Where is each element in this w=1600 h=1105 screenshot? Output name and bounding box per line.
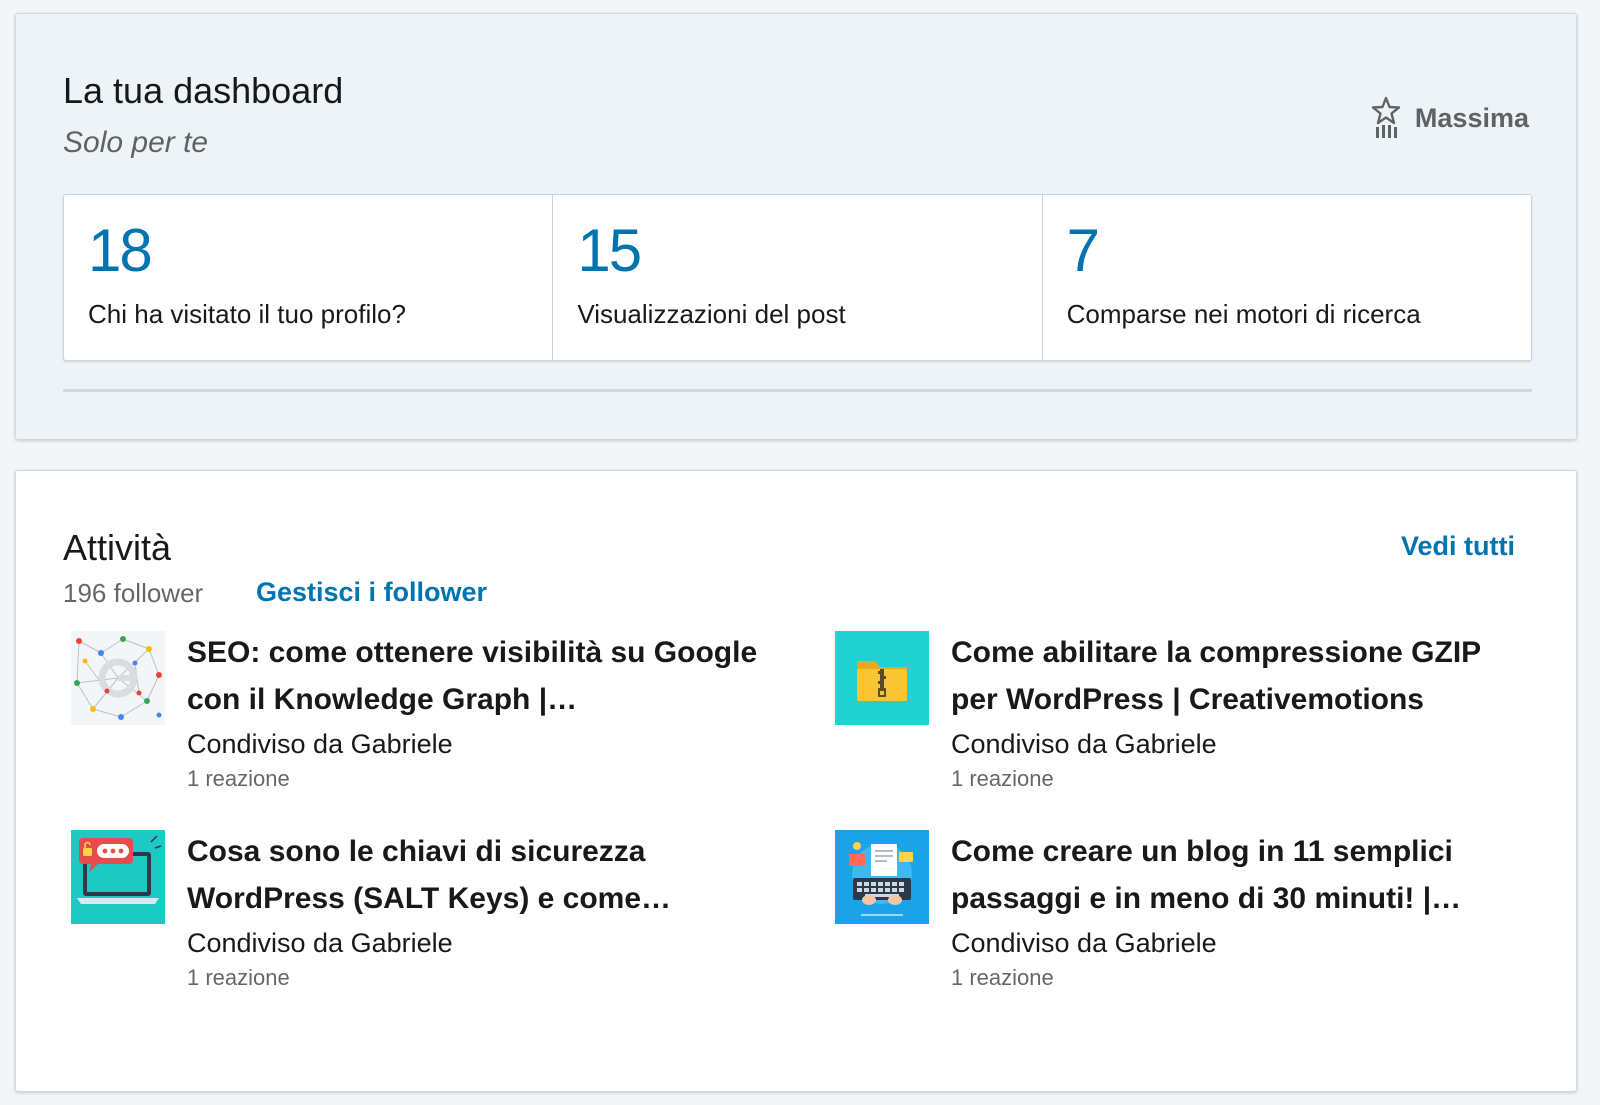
manage-followers-link[interactable]: Gestisci i follower [256,577,487,608]
stat-label: Comparse nei motori di ricerca [1066,299,1421,329]
see-all-link[interactable]: Vedi tutti [1401,531,1515,562]
post-title[interactable]: SEO: come ottenere visibilità su Google … [187,629,761,723]
activity-card: Attività 196 follower Gestisci i followe… [15,470,1577,1092]
post-shared-by: Condiviso da Gabriele [187,729,453,759]
post-title[interactable]: Come creare un blog in 11 semplici passa… [951,828,1525,922]
post-body: Cosa sono le chiavi di sicurezza WordPre… [187,828,761,998]
post-body: Come abilitare la compressione GZIP per … [951,629,1525,799]
stat-value: 18 [88,217,153,284]
post-body: Come creare un blog in 11 semplici passa… [951,828,1525,998]
post-shared-by: Condiviso da Gabriele [951,729,1217,759]
stat-label: Visualizzazioni del post [577,299,846,329]
blogging-keyboard-icon [835,830,929,924]
post-title[interactable]: Cosa sono le chiavi di sicurezza WordPre… [187,828,761,922]
activity-post[interactable]: SEO: come ottenere visibilità su Google … [71,629,761,799]
stat-value: 7 [1066,217,1100,284]
dashboard-card: La tua dashboard Solo per te Massima 18 … [15,13,1577,440]
stat-search-appearances[interactable]: 7 Comparse nei motori di ricerca [1043,195,1531,360]
follower-count: 196 follower [63,578,204,608]
activity-post[interactable]: Come abilitare la compressione GZIP per … [835,629,1525,799]
post-shared-by: Condiviso da Gabriele [951,928,1217,958]
zip-folder-icon [835,631,929,725]
post-body: SEO: come ottenere visibilità su Google … [187,629,761,799]
post-shared-by: Condiviso da Gabriele [187,928,453,958]
dashboard-divider [63,389,1532,392]
post-title[interactable]: Come abilitare la compressione GZIP per … [951,629,1525,723]
all-star-icon [1371,96,1401,140]
activity-title: Attività [63,527,172,568]
post-reactions[interactable]: 1 reazione [951,963,1525,993]
dashboard-title: La tua dashboard [63,70,344,111]
stat-value: 15 [577,217,642,284]
laptop-password-icon [71,830,165,924]
post-reactions[interactable]: 1 reazione [951,764,1525,794]
post-reactions[interactable]: 1 reazione [187,963,761,993]
all-star-label: Massima [1414,102,1529,133]
activity-post[interactable]: Come creare un blog in 11 semplici passa… [835,828,1525,998]
stat-profile-views[interactable]: 18 Chi ha visitato il tuo profilo? [64,195,554,360]
knowledge-graph-network-icon [71,631,165,725]
post-reactions[interactable]: 1 reazione [187,764,761,794]
all-star-level[interactable]: Massima [1371,96,1529,140]
dashboard-subtitle: Solo per te [63,126,209,159]
activity-post[interactable]: Cosa sono le chiavi di sicurezza WordPre… [71,828,761,998]
stats-row: 18 Chi ha visitato il tuo profilo? 15 Vi… [63,194,1532,361]
stat-post-views[interactable]: 15 Visualizzazioni del post [553,195,1043,360]
stat-label: Chi ha visitato il tuo profilo? [88,299,406,329]
